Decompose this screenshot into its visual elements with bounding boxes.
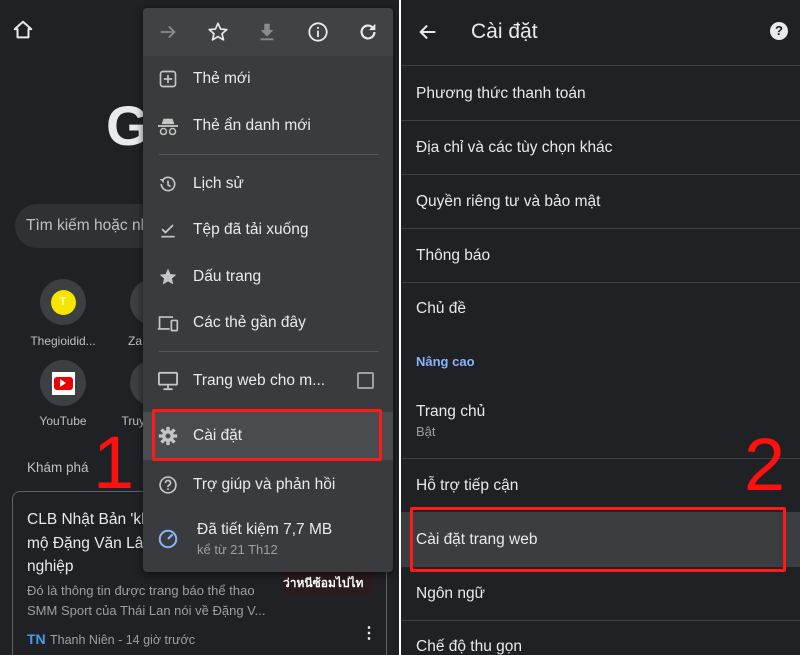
- home-icon[interactable]: [12, 19, 34, 46]
- shortcut-label: Za: [127, 334, 142, 348]
- help-icon[interactable]: ?: [770, 22, 788, 40]
- settings-row-lite-mode[interactable]: Chế độ thu gọn: [401, 621, 800, 655]
- title-line: nghiệp: [27, 558, 74, 575]
- refresh-icon[interactable]: [357, 21, 379, 48]
- article-source: Thanh Niên - 14 giờ trước: [50, 633, 195, 647]
- row-label: Thông báo: [416, 246, 491, 264]
- chrome-new-tab-screen: G Tìm kiếm hoặc nh T Thegioidid... Za Yo…: [0, 0, 399, 655]
- article-thumbnail: ว่าหนีซ้อมไปไท: [283, 568, 373, 596]
- youtube-icon: [51, 371, 75, 395]
- menu-item-help[interactable]: Trợ giúp và phản hồi: [143, 461, 393, 508]
- history-icon: [143, 174, 193, 194]
- new-tab-icon: [143, 69, 193, 89]
- row-label: Địa chỉ và các tùy chọn khác: [416, 138, 613, 156]
- title-line: CLB Nhật Bản 'kh: [27, 511, 150, 528]
- row-label: Ngôn ngữ: [416, 584, 485, 602]
- menu-toolbar: [143, 8, 393, 56]
- thanh-nien-logo: TN: [27, 631, 46, 647]
- download-icon[interactable]: [256, 21, 278, 48]
- menu-item-bookmarks[interactable]: Dấu trang: [143, 253, 393, 300]
- settings-row-notifications[interactable]: Thông báo: [401, 229, 800, 283]
- article-snippet: Đó là thông tin được trang báo thể thao …: [27, 581, 265, 621]
- menu-item-recent-tabs[interactable]: Các thẻ gần đây: [143, 299, 393, 346]
- info-icon[interactable]: [307, 21, 329, 48]
- settings-row-addresses[interactable]: Địa chỉ và các tùy chọn khác: [401, 121, 800, 175]
- settings-row-theme[interactable]: Chủ đề: [401, 283, 800, 335]
- menu-item-incognito[interactable]: Thẻ ẩn danh mới: [143, 102, 393, 149]
- back-arrow-icon[interactable]: [417, 21, 439, 48]
- menu-item-label: Thẻ ẩn danh mới: [193, 116, 311, 134]
- shortcut-youtube[interactable]: [40, 360, 86, 406]
- menu-item-history[interactable]: Lịch sử: [143, 160, 393, 207]
- settings-row-languages[interactable]: Ngôn ngữ: [401, 567, 800, 621]
- data-saver-gauge-icon: [143, 528, 193, 550]
- shortcut-thegioididong[interactable]: T: [40, 279, 86, 325]
- snippet-line: Đó là thông tin được trang báo thể thao: [27, 583, 255, 598]
- menu-item-downloads[interactable]: Tệp đã tải xuống: [143, 206, 393, 253]
- settings-row-privacy[interactable]: Quyền riêng tư và bảo mật: [401, 175, 800, 229]
- row-label: Chủ đề: [416, 300, 466, 317]
- menu-item-label: Thẻ mới: [193, 69, 251, 87]
- row-sublabel: Bật: [416, 423, 436, 439]
- desktop-site-checkbox[interactable]: [357, 372, 374, 389]
- row-label: Hỗ trợ tiếp cận: [416, 476, 519, 494]
- menu-divider: [159, 351, 379, 352]
- row-label: Chế độ thu gọn: [416, 638, 523, 655]
- section-header-advanced: Nâng cao: [416, 354, 475, 369]
- menu-item-label: Tệp đã tải xuống: [193, 220, 309, 238]
- menu-item-label: Dấu trang: [193, 267, 262, 285]
- desktop-icon: [143, 371, 193, 391]
- highlight-site-settings: [410, 507, 786, 572]
- settings-row-homepage[interactable]: Trang chủ Bật: [401, 383, 800, 459]
- incognito-icon: [143, 116, 193, 136]
- settings-row-accessibility[interactable]: Hỗ trợ tiếp cận: [401, 459, 800, 513]
- shortcut-favicon: T: [50, 289, 76, 315]
- help-icon: [143, 475, 193, 495]
- row-label: Trang chủ: [416, 402, 486, 420]
- settings-app-bar: Cài đặt ?: [401, 0, 800, 66]
- step-number-1: 1: [93, 421, 135, 504]
- star-icon: [143, 267, 193, 287]
- row-label: Quyền riêng tư và bảo mật: [416, 192, 601, 210]
- article-title: CLB Nhật Bản 'kh mộ Đặng Văn Lân nghiệp: [27, 508, 152, 579]
- bookmark-star-icon[interactable]: [207, 21, 229, 48]
- title-line: mộ Đặng Văn Lân: [27, 534, 152, 552]
- snippet-line: SMM Sport của Thái Lan nói về Đặng V...: [27, 603, 266, 618]
- settings-row-payment[interactable]: Phương thức thanh toán: [401, 67, 800, 121]
- highlight-settings: [152, 409, 382, 461]
- data-saved-title: Đã tiết kiệm 7,7 MB: [197, 521, 333, 538]
- forward-icon[interactable]: [157, 21, 179, 48]
- step-number-2: 2: [744, 423, 786, 506]
- row-label: Phương thức thanh toán: [416, 84, 586, 102]
- menu-item-label: Trợ giúp và phản hồi: [193, 475, 336, 493]
- page-title: Cài đặt: [471, 20, 538, 43]
- devices-icon: [143, 313, 193, 333]
- downloads-icon: [143, 220, 193, 240]
- chrome-overflow-menu: Thẻ mới Thẻ ẩn danh mới Lịch sử Tệp đã t…: [143, 8, 393, 572]
- menu-item-new-tab[interactable]: Thẻ mới: [143, 55, 393, 102]
- menu-item-label: Trang web cho m...: [193, 371, 326, 389]
- data-saved-subtitle: kể từ 21 Th12: [197, 542, 278, 557]
- menu-item-desktop-site[interactable]: Trang web cho m...: [143, 357, 393, 404]
- discover-header: Khám phá: [27, 460, 89, 475]
- more-options-icon[interactable]: ⋮: [361, 626, 377, 642]
- menu-item-data-saver[interactable]: Đã tiết kiệm 7,7 MB kể từ 21 Th12: [143, 511, 393, 567]
- menu-item-label: Các thẻ gần đây: [193, 313, 306, 331]
- chrome-settings-screen: Cài đặt ? Phương thức thanh toán Địa chỉ…: [401, 0, 800, 655]
- menu-item-label: Lịch sử: [193, 174, 244, 192]
- menu-divider: [159, 154, 379, 155]
